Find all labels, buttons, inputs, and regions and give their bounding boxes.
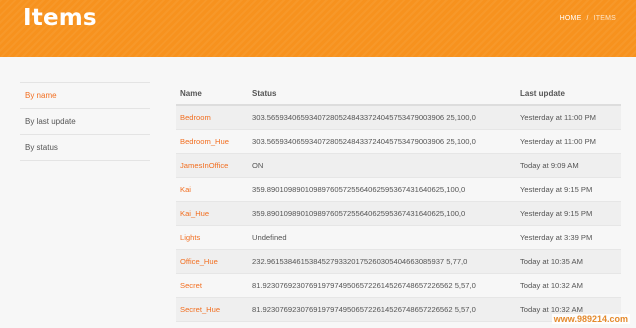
item-status: 303.565934065934072805248433724045753479… [248, 105, 516, 130]
table-row: Bedroom 303.5659340659340728052484337240… [176, 105, 621, 130]
item-last-update: Yesterday at 9:15 PM [516, 177, 621, 202]
item-last-update: Today at 9:09 AM [516, 153, 621, 178]
item-status: 81.9230769230769197974950657226145267486… [248, 297, 516, 322]
table-row: Secret 81.923076923076919797495065722614… [176, 273, 621, 298]
items-table: Name Status Last update Bedroom 303.5659… [176, 82, 621, 322]
item-name-link[interactable]: Bedroom [176, 105, 248, 130]
page-title: Items [23, 5, 97, 31]
item-status: 359.890109890109897605725564062595367431… [248, 177, 516, 202]
item-name-link[interactable]: Bedroom_Hue [176, 129, 248, 154]
sidebar-item-by-name[interactable]: By name [20, 82, 150, 108]
item-status: Undefined [248, 225, 516, 250]
item-last-update: Today at 10:35 AM [516, 249, 621, 274]
sidebar: By name By last update By status [20, 82, 150, 161]
item-status: ON [248, 153, 516, 178]
item-name-link[interactable]: JamesInOffice [176, 153, 248, 178]
breadcrumb: HOME / ITEMS [560, 15, 616, 22]
table-row: Bedroom_Hue 303.565934065934072805248433… [176, 129, 621, 154]
item-status: 232.961538461538452793320175260305404663… [248, 249, 516, 274]
item-last-update: Yesterday at 11:00 PM [516, 105, 621, 130]
item-status: 359.890109890109897605725564062595367431… [248, 201, 516, 226]
table-header-row: Name Status Last update [176, 82, 621, 106]
sidebar-item-by-last-update[interactable]: By last update [20, 108, 150, 134]
table-row: JamesInOffice ON Today at 9:09 AM [176, 153, 621, 178]
breadcrumb-home[interactable]: HOME [560, 15, 582, 22]
breadcrumb-separator: / [586, 15, 589, 22]
table-row: Lights Undefined Yesterday at 3:39 PM [176, 225, 621, 250]
column-header-last-update: Last update [516, 82, 621, 106]
item-name-link[interactable]: Lights [176, 225, 248, 250]
item-name-link[interactable]: Kai_Hue [176, 201, 248, 226]
item-status: 81.9230769230769197974950657226145267486… [248, 273, 516, 298]
item-last-update: Today at 10:32 AM [516, 273, 621, 298]
column-header-name: Name [176, 82, 248, 106]
table-row: Kai 359.89010989010989760572556406259536… [176, 177, 621, 202]
item-name-link[interactable]: Office_Hue [176, 249, 248, 274]
table-row: Kai_Hue 359.8901098901098976057255640625… [176, 201, 621, 226]
item-status: 303.565934065934072805248433724045753479… [248, 129, 516, 154]
item-name-link[interactable]: Secret_Hue [176, 297, 248, 322]
table-row: Office_Hue 232.9615384615384527933201752… [176, 249, 621, 274]
watermark: www.989214.com [551, 314, 630, 324]
column-header-status: Status [248, 82, 516, 106]
item-name-link[interactable]: Kai [176, 177, 248, 202]
breadcrumb-current: ITEMS [593, 15, 616, 22]
item-last-update: Yesterday at 9:15 PM [516, 201, 621, 226]
item-last-update: Yesterday at 3:39 PM [516, 225, 621, 250]
page-header: Items HOME / ITEMS [0, 0, 636, 57]
item-last-update: Yesterday at 11:00 PM [516, 129, 621, 154]
sidebar-item-by-status[interactable]: By status [20, 134, 150, 161]
item-name-link[interactable]: Secret [176, 273, 248, 298]
